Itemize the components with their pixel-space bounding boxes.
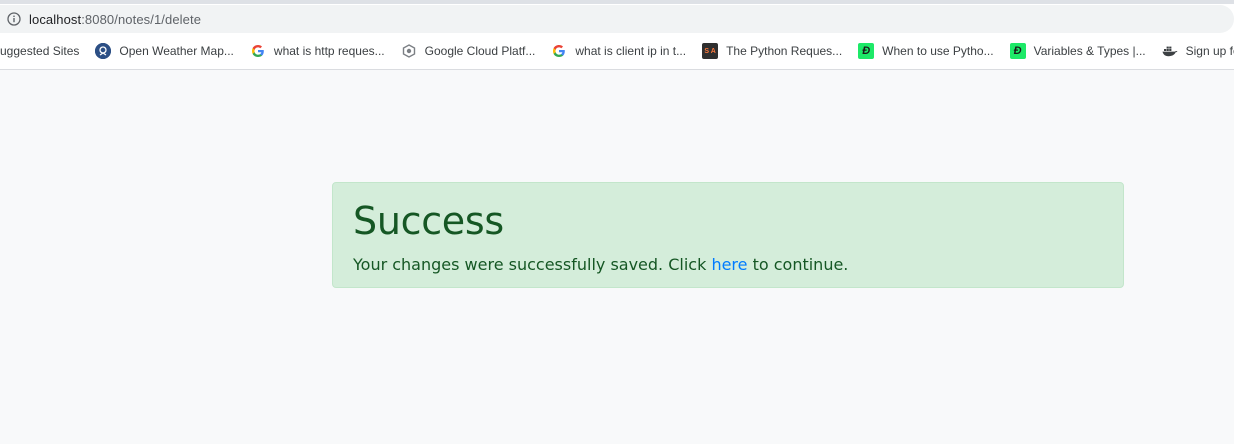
bookmark-label: Variables & Types |... <box>1033 44 1146 58</box>
bookmark-http-request[interactable]: what is http reques... <box>242 37 393 65</box>
google-icon <box>250 43 266 59</box>
datacamp-icon: Ɖ <box>1009 43 1026 59</box>
url-host: localhost <box>29 11 82 27</box>
bookmark-client-ip[interactable]: what is client ip in t... <box>543 37 694 65</box>
success-alert: Success Your changes were successfully s… <box>332 182 1124 288</box>
address-bar[interactable]: localhost:8080/notes/1/delete <box>0 5 1234 33</box>
bookmark-sign-up[interactable]: Sign up for <box>1154 37 1234 65</box>
bookmark-google-cloud[interactable]: Google Cloud Platf... <box>393 37 544 65</box>
sa-icon: S A <box>702 43 719 59</box>
url-text[interactable]: localhost:8080/notes/1/delete <box>29 12 201 27</box>
google-icon <box>551 43 567 59</box>
openweathermap-icon <box>95 43 112 59</box>
info-icon[interactable] <box>7 12 21 26</box>
bookmark-label: The Python Reques... <box>726 44 843 58</box>
docker-icon <box>1162 43 1178 59</box>
bookmark-label: what is client ip in t... <box>575 44 687 58</box>
continue-link[interactable]: here <box>711 255 747 274</box>
bookmark-label: Google Cloud Platf... <box>424 44 536 58</box>
alert-heading: Success <box>353 199 504 243</box>
bookmark-label: what is http reques... <box>273 44 385 58</box>
bookmark-label: Sign up for <box>1185 44 1234 58</box>
bookmark-when-to-use-python[interactable]: Ɖ When to use Pytho... <box>850 37 1001 65</box>
url-path: :8080/notes/1/delete <box>81 11 202 27</box>
bookmarks-bar: uggested Sites Open Weather Map... what … <box>0 37 1234 65</box>
bookmark-variables-types[interactable]: Ɖ Variables & Types |... <box>1002 37 1154 65</box>
bookmark-open-weather-map[interactable]: Open Weather Map... <box>87 37 242 65</box>
alert-text-after: to continue. <box>747 254 849 274</box>
bookmark-suggested-sites[interactable]: uggested Sites <box>0 37 87 65</box>
google-cloud-icon <box>401 43 417 59</box>
alert-text-before: Your changes were successfully saved. Cl… <box>353 254 712 274</box>
bookmark-label: uggested Sites <box>0 44 80 58</box>
tab-strip <box>0 0 1234 4</box>
browser-chrome: localhost:8080/notes/1/delete uggested S… <box>0 0 1234 70</box>
bookmark-label: Open Weather Map... <box>119 44 234 58</box>
alert-message: Your changes were successfully saved. Cl… <box>353 255 1103 274</box>
datacamp-icon: Ɖ <box>858 43 875 59</box>
bookmark-label: When to use Pytho... <box>882 44 994 58</box>
bookmark-python-requests[interactable]: S A The Python Reques... <box>694 37 850 65</box>
